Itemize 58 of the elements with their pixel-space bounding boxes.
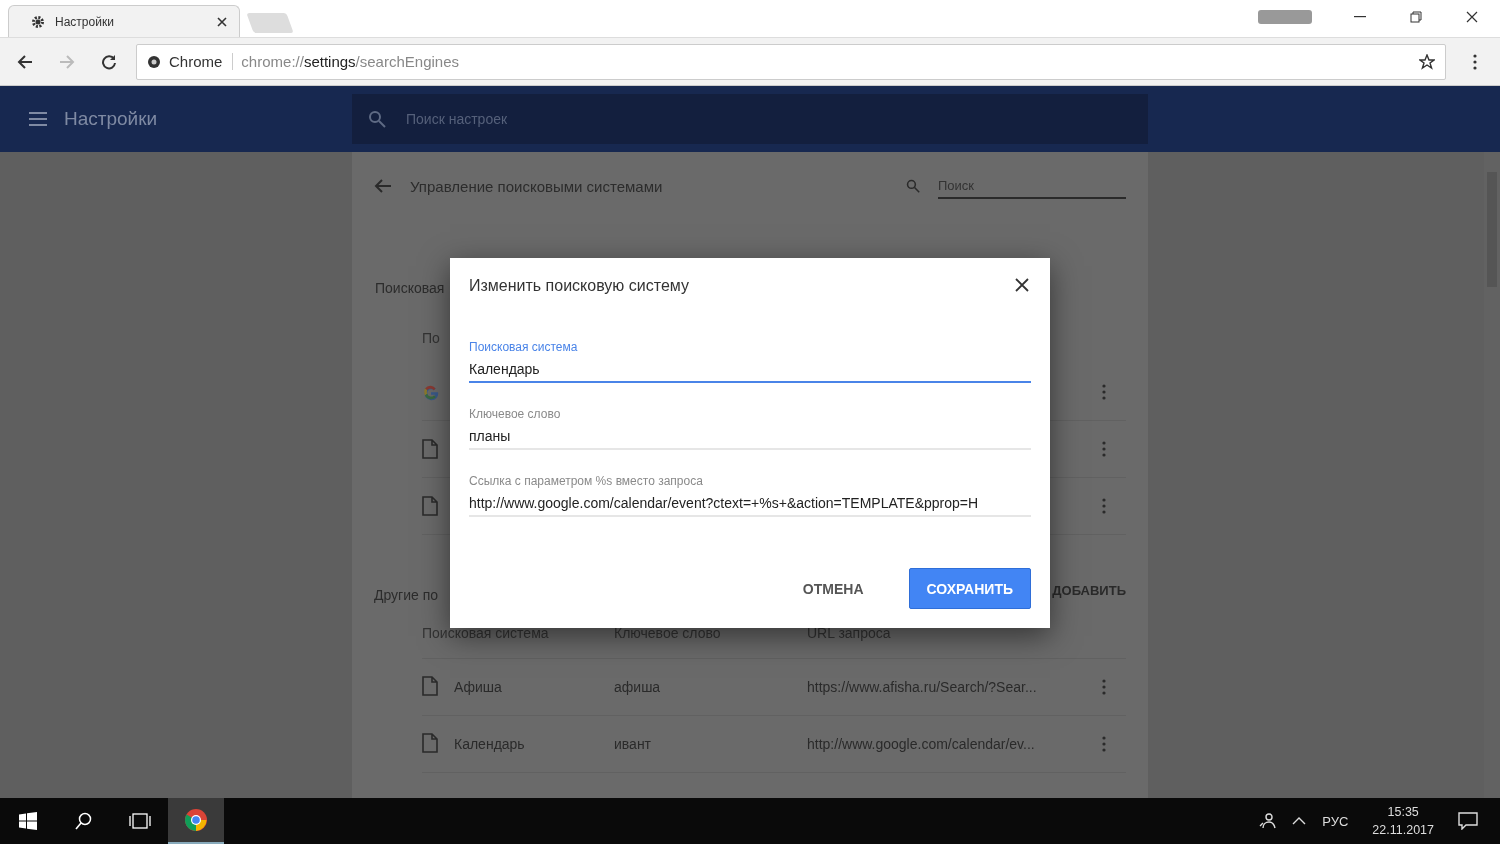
minimize-icon — [1354, 16, 1366, 18]
close-icon — [1466, 11, 1478, 23]
menu-icon[interactable] — [28, 111, 48, 127]
url-text: chrome://settings/searchEngines — [241, 53, 460, 70]
forward-arrow-icon — [59, 53, 75, 70]
more-icon — [1102, 736, 1106, 752]
restore-icon — [1410, 11, 1422, 23]
language-indicator[interactable]: РУС — [1322, 813, 1349, 829]
document-icon — [422, 439, 438, 459]
task-view-icon — [129, 813, 151, 829]
gear-icon — [31, 14, 45, 29]
field-label: Поисковая система — [469, 340, 579, 354]
chrome-page-icon — [147, 54, 161, 69]
chevron-up-icon[interactable] — [1292, 817, 1307, 825]
bookmark-star-icon[interactable] — [1419, 53, 1435, 70]
more-icon — [1102, 679, 1106, 695]
chrome-taskbar-button[interactable] — [168, 798, 224, 844]
close-icon — [1015, 277, 1029, 292]
field-label: Ключевое слово — [469, 407, 562, 421]
google-logo-icon — [422, 383, 440, 401]
reload-icon — [101, 53, 117, 70]
site-label: Chrome — [169, 53, 234, 70]
chrome-logo-icon — [184, 808, 208, 832]
save-button[interactable]: СОХРАНИТЬ — [908, 568, 1031, 609]
search-icon — [906, 179, 920, 193]
table-cell-text: афиша — [614, 679, 662, 695]
back-arrow-icon[interactable] — [374, 178, 392, 194]
section-title: Другие по — [374, 587, 439, 603]
page-title: Управление поисковыми системами — [410, 177, 664, 195]
more-icon — [1102, 498, 1106, 514]
people-icon[interactable] — [1258, 812, 1277, 830]
table-cell-text: Афиша — [454, 679, 503, 695]
settings-search-field[interactable]: Поиск настроек — [352, 94, 1148, 144]
table-cell-text: ивант — [614, 736, 653, 752]
document-icon — [422, 675, 438, 696]
browser-tab[interactable]: Настройки — [8, 5, 240, 37]
address-bar[interactable]: Chrome chrome://settings/searchEngines — [136, 43, 1446, 80]
dialog-title: Изменить поисковую систему — [469, 277, 689, 295]
search-icon — [368, 110, 386, 128]
clock[interactable]: 15:35 22.11.2017 — [1372, 805, 1434, 837]
more-icon — [1102, 441, 1106, 457]
table-cell-text: Календарь — [454, 736, 526, 752]
document-icon — [422, 732, 438, 753]
more-icon — [1102, 384, 1106, 400]
cancel-button[interactable]: ОТМЕНА — [785, 568, 881, 609]
section-title: Поисковая — [375, 280, 445, 296]
field-label: Ссылка с параметром %s вместо запроса — [469, 474, 704, 488]
notification-icon[interactable] — [1458, 812, 1478, 830]
table-cell-text: https://www.afisha.ru/Search/?Sear... — [807, 679, 1038, 695]
windows-logo-icon — [19, 812, 37, 830]
close-icon[interactable] — [217, 16, 227, 27]
search-icon — [75, 812, 93, 830]
search-input[interactable]: Поиск настроек — [404, 110, 1148, 128]
settings-title: Настройки — [64, 108, 158, 130]
document-icon — [422, 496, 438, 516]
more-icon — [1473, 53, 1477, 70]
table-cell-text: http://www.google.com/calendar/ev... — [807, 736, 1036, 752]
back-arrow-icon — [17, 53, 33, 70]
